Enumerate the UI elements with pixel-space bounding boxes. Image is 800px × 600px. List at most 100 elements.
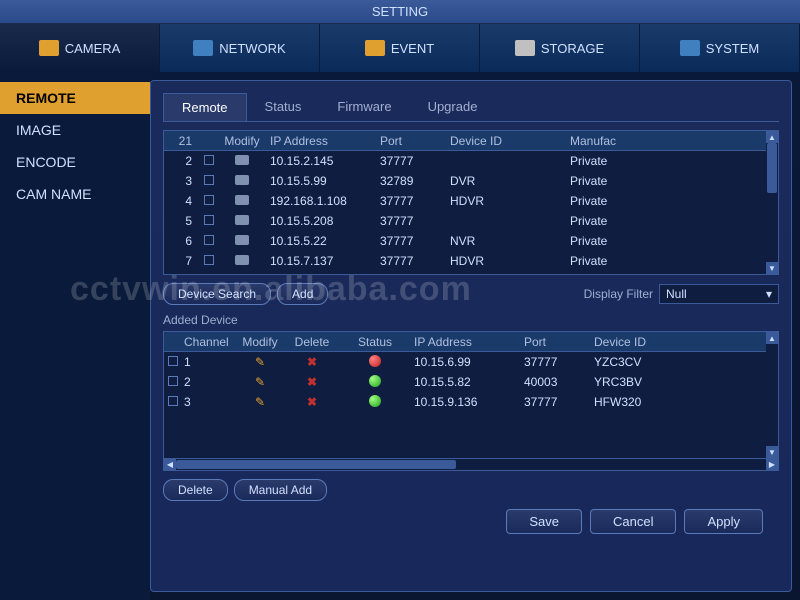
system-icon <box>680 40 700 56</box>
hscroll-thumb[interactable] <box>176 460 456 469</box>
col-ip[interactable]: IP Address <box>266 132 376 150</box>
pencil-icon[interactable]: ✎ <box>255 375 265 389</box>
sidebar-item-camname[interactable]: CAM NAME <box>0 178 150 210</box>
sidebar-item-image[interactable]: IMAGE <box>0 114 150 146</box>
sidebar-item-encode[interactable]: ENCODE <box>0 146 150 178</box>
horizontal-scrollbar[interactable]: ◀ ▶ <box>164 458 778 470</box>
device-search-button[interactable]: Device Search <box>163 283 271 305</box>
table-row[interactable]: 3✎✖10.15.9.13637777HFW320 <box>164 392 766 412</box>
pencil-icon[interactable]: ✎ <box>255 355 265 369</box>
display-filter-select[interactable]: Null ▾ <box>659 284 779 304</box>
col-deviceid[interactable]: Device ID <box>446 132 566 150</box>
subtab-remote[interactable]: Remote <box>163 93 247 121</box>
row-ip: 10.15.5.22 <box>266 232 376 250</box>
col-delete[interactable]: Delete <box>284 333 340 351</box>
col-modify2[interactable]: Modify <box>236 333 284 351</box>
row-manufacturer: Private <box>566 232 636 250</box>
row-deviceid <box>446 219 566 223</box>
col-count[interactable]: 21 <box>164 132 200 150</box>
row-port: 37777 <box>520 393 590 411</box>
table-row[interactable]: 4192.168.1.10837777HDVRPrivate <box>164 191 766 211</box>
vertical-scrollbar[interactable]: ▲ ▼ <box>766 131 778 274</box>
row-index: 6 <box>164 232 200 250</box>
delete-icon[interactable]: ✖ <box>307 395 317 409</box>
tab-camera[interactable]: CAMERA <box>0 24 160 72</box>
table-row[interactable]: 1✎✖10.15.6.9937777YZC3CV <box>164 352 766 372</box>
modify-icon[interactable] <box>235 155 249 165</box>
table-row[interactable]: 510.15.5.20837777Private <box>164 211 766 231</box>
scroll-down-icon[interactable]: ▼ <box>766 262 778 274</box>
table-row[interactable]: 210.15.2.14537777Private <box>164 151 766 171</box>
add-button[interactable]: Add <box>277 283 328 305</box>
table-row[interactable]: 610.15.5.2237777NVRPrivate <box>164 231 766 251</box>
delete-icon[interactable]: ✖ <box>307 375 317 389</box>
tab-event[interactable]: EVENT <box>320 24 480 72</box>
modify-icon[interactable] <box>235 235 249 245</box>
scroll-right-icon[interactable]: ▶ <box>766 459 778 470</box>
subtab-firmware[interactable]: Firmware <box>319 93 409 121</box>
row-ip: 10.15.5.208 <box>266 212 376 230</box>
subtab-status[interactable]: Status <box>247 93 320 121</box>
delete-icon[interactable]: ✖ <box>307 355 317 369</box>
row-checkbox[interactable] <box>168 356 178 366</box>
camera-icon <box>39 40 59 56</box>
row-checkbox[interactable] <box>204 235 214 245</box>
modify-icon[interactable] <box>235 255 249 265</box>
row-checkbox[interactable] <box>168 396 178 406</box>
row-deviceid <box>446 159 566 163</box>
col-deviceid2[interactable]: Device ID <box>590 333 766 351</box>
manual-add-button[interactable]: Manual Add <box>234 479 327 501</box>
row-checkbox[interactable] <box>168 376 178 386</box>
row-manufacturer: Private <box>566 152 636 170</box>
pencil-icon[interactable]: ✎ <box>255 395 265 409</box>
row-ip: 192.168.1.108 <box>266 192 376 210</box>
vertical-scrollbar-2[interactable]: ▲ ▼ <box>766 332 778 458</box>
col-manufacturer[interactable]: Manufac <box>566 132 636 150</box>
row-checkbox[interactable] <box>204 255 214 265</box>
row-channel: 2 <box>180 373 236 391</box>
content-panel: Remote Status Firmware Upgrade 21 Modify… <box>150 80 792 592</box>
scroll-up-icon[interactable]: ▲ <box>766 131 778 143</box>
scroll-up-icon-2[interactable]: ▲ <box>766 332 778 344</box>
modify-icon[interactable] <box>235 175 249 185</box>
search-table-header: 21 Modify IP Address Port Device ID Manu… <box>164 131 766 151</box>
scroll-down-icon-2[interactable]: ▼ <box>766 446 778 458</box>
row-port: 37777 <box>376 232 446 250</box>
table-row[interactable]: 2✎✖10.15.5.8240003YRC3BV <box>164 372 766 392</box>
row-port: 32789 <box>376 172 446 190</box>
save-button[interactable]: Save <box>506 509 582 534</box>
tab-system[interactable]: SYSTEM <box>640 24 800 72</box>
tab-network[interactable]: NETWORK <box>160 24 320 72</box>
row-port: 37777 <box>376 152 446 170</box>
col-port[interactable]: Port <box>376 132 446 150</box>
col-channel[interactable]: Channel <box>180 333 236 351</box>
table-row[interactable]: 310.15.5.9932789DVRPrivate <box>164 171 766 191</box>
row-deviceid: HDVR <box>446 192 566 210</box>
tab-storage-label: STORAGE <box>541 41 604 56</box>
row-ip: 10.15.2.145 <box>266 152 376 170</box>
scroll-left-icon[interactable]: ◀ <box>164 459 176 470</box>
cancel-button[interactable]: Cancel <box>590 509 676 534</box>
col-ip2[interactable]: IP Address <box>410 333 520 351</box>
subtab-upgrade[interactable]: Upgrade <box>410 93 496 121</box>
delete-button[interactable]: Delete <box>163 479 228 501</box>
tab-network-label: NETWORK <box>219 41 285 56</box>
scroll-thumb[interactable] <box>767 143 777 193</box>
row-checkbox[interactable] <box>204 175 214 185</box>
row-checkbox[interactable] <box>204 215 214 225</box>
col-status[interactable]: Status <box>340 333 410 351</box>
row-checkbox[interactable] <box>204 155 214 165</box>
table-row[interactable]: 710.15.7.13737777HDVRPrivate <box>164 251 766 271</box>
sidebar-item-remote[interactable]: REMOTE <box>0 82 150 114</box>
col-port2[interactable]: Port <box>520 333 590 351</box>
modify-icon[interactable] <box>235 215 249 225</box>
added-table-header: Channel Modify Delete Status IP Address … <box>164 332 766 352</box>
row-manufacturer: Private <box>566 212 636 230</box>
row-channel: 1 <box>180 353 236 371</box>
modify-icon[interactable] <box>235 195 249 205</box>
apply-button[interactable]: Apply <box>684 509 763 534</box>
sidebar: REMOTE IMAGE ENCODE CAM NAME <box>0 72 150 600</box>
tab-storage[interactable]: STORAGE <box>480 24 640 72</box>
row-checkbox[interactable] <box>204 195 214 205</box>
col-modify[interactable]: Modify <box>218 132 266 150</box>
